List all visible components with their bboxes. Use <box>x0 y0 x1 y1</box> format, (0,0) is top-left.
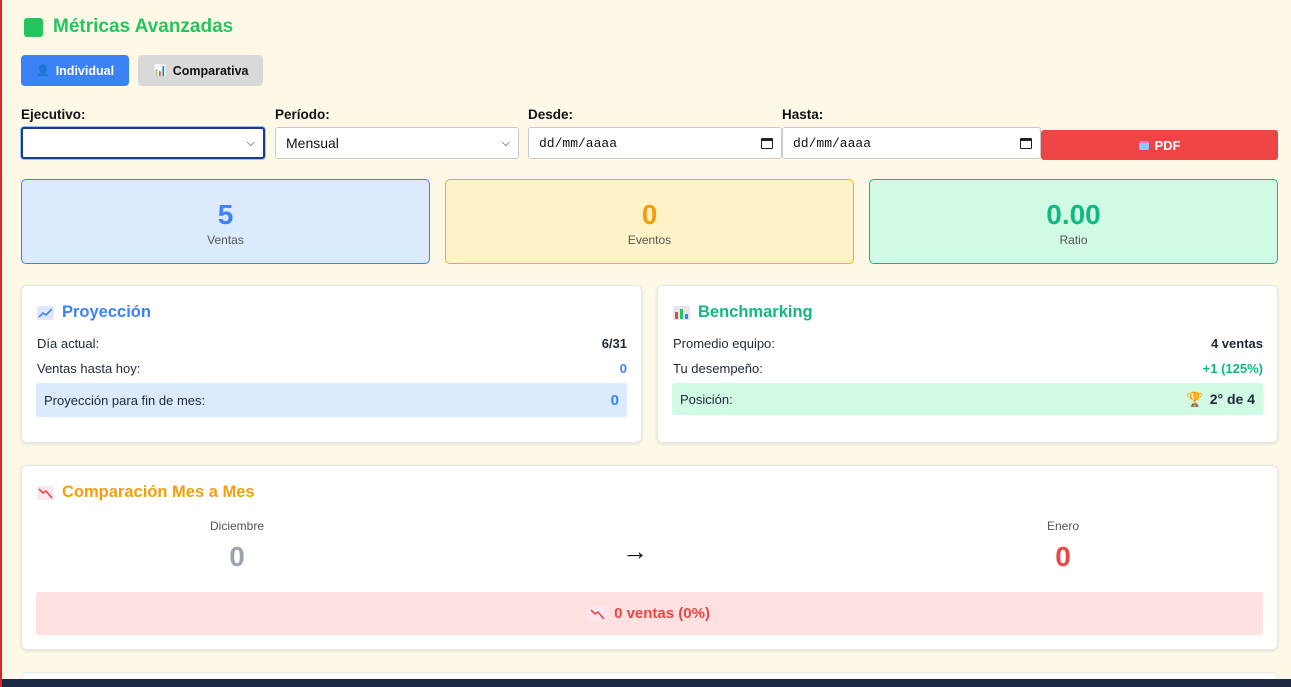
desempeno-row: Tu desempeño: +1 (125%) <box>673 361 1263 376</box>
green-square-icon <box>24 17 43 37</box>
ejecutivo-field: Ejecutivo: ⌵ <box>21 107 265 159</box>
stat-eventos-value: 0 <box>641 199 658 230</box>
filters-bar: Ejecutivo: ⌵ Período: Mensual ⌵ Desde: d… <box>21 107 1278 163</box>
comparacion-card: Comparación Mes a Mes Diciembre 0 → Ener… <box>21 465 1278 650</box>
stat-ventas: 5 Ventas <box>21 179 430 264</box>
desde-placeholder: dd/mm/aaaa <box>539 135 618 151</box>
hasta-label: Hasta: <box>782 107 824 122</box>
calendar-icon[interactable] <box>761 137 773 149</box>
ventas-hoy-row: Ventas hasta hoy: 0 <box>37 361 627 376</box>
arrow-right-icon: → <box>622 536 648 566</box>
trend-down-icon <box>37 485 54 500</box>
curr-month-column: Enero 0 <box>963 519 1163 573</box>
desempeno-value: +1 (125%) <box>1202 361 1263 376</box>
dia-actual-value: 6/31 <box>601 336 627 351</box>
proyeccion-title-text: Proyección <box>62 303 151 321</box>
prev-month-value: 0 <box>229 541 245 572</box>
tab-individual[interactable]: 👤 Individual <box>21 55 130 86</box>
desde-field: Desde: dd/mm/aaaa <box>528 107 782 159</box>
periodo-label: Período: <box>275 107 330 122</box>
stat-eventos: 0 Eventos <box>445 179 854 264</box>
posicion-label: Posición: <box>680 391 733 407</box>
pdf-button-label: PDF <box>1154 137 1181 153</box>
ventas-hoy-label: Ventas hasta hoy: <box>37 361 141 376</box>
stat-ratio-label: Ratio <box>1059 233 1088 247</box>
bar-chart-icon <box>673 305 690 320</box>
comparacion-summary-text: 0 ventas (0%) <box>614 605 710 622</box>
tab-comparativa-label: Comparativa <box>172 63 249 78</box>
posicion-value: 2° de 4 <box>1209 391 1255 407</box>
stat-ventas-value: 5 <box>217 199 234 230</box>
dia-actual-row: Día actual: 6/31 <box>37 336 627 351</box>
desde-label: Desde: <box>528 107 574 122</box>
bar-chart-icon: 📊 <box>153 65 167 77</box>
document-icon <box>1138 140 1149 150</box>
promedio-equipo-row: Promedio equipo: 4 ventas <box>673 336 1263 351</box>
curr-month-label: Enero <box>1046 519 1080 533</box>
comparacion-title-text: Comparación Mes a Mes <box>62 483 255 501</box>
promedio-equipo-value: 4 ventas <box>1210 336 1263 351</box>
proyeccion-title: Proyección <box>37 303 151 322</box>
stat-ventas-label: Ventas <box>207 233 244 247</box>
ejecutivo-select[interactable]: ⌵ <box>21 127 265 159</box>
proyeccion-fin-mes-label: Proyección para fin de mes: <box>44 392 206 408</box>
periodo-select[interactable]: Mensual ⌵ <box>275 127 519 159</box>
taskbar <box>2 679 1291 687</box>
stat-ratio: 0.00 Ratio <box>869 179 1278 264</box>
proyeccion-card: Proyección Día actual: 6/31 Ventas hasta… <box>21 285 642 443</box>
stat-eventos-label: Eventos <box>627 233 672 247</box>
calendar-icon[interactable] <box>1020 137 1032 149</box>
trend-down-icon <box>589 606 607 621</box>
benchmarking-card: Benchmarking Promedio equipo: 4 ventas T… <box>657 285 1278 443</box>
hasta-date-input[interactable]: dd/mm/aaaa <box>782 127 1041 159</box>
tab-individual-label: Individual <box>55 63 115 78</box>
view-tabs: 👤 Individual 📊 Comparativa <box>21 55 264 86</box>
prev-month-column: Diciembre 0 <box>137 519 337 573</box>
trend-up-icon <box>37 305 54 320</box>
comparacion-summary: 0 ventas (0%) <box>36 592 1263 635</box>
benchmarking-title-text: Benchmarking <box>698 303 813 321</box>
periodo-field: Período: Mensual ⌵ <box>275 107 519 159</box>
promedio-equipo-label: Promedio equipo: <box>673 336 775 351</box>
stat-ratio-value: 0.00 <box>1046 199 1101 230</box>
benchmarking-title: Benchmarking <box>673 303 813 322</box>
dia-actual-label: Día actual: <box>37 336 100 351</box>
curr-month-value: 0 <box>1055 541 1071 572</box>
proyeccion-fin-mes-value: 0 <box>610 391 619 409</box>
ventas-hoy-value: 0 <box>619 361 627 376</box>
user-icon: 👤 <box>36 65 50 77</box>
periodo-value: Mensual <box>286 135 339 151</box>
chevron-down-icon: ⌵ <box>246 136 255 149</box>
ejecutivo-label: Ejecutivo: <box>21 107 86 122</box>
proyeccion-fin-mes-row: Proyección para fin de mes: 0 <box>36 383 627 417</box>
trophy-icon: 🏆 <box>1186 390 1204 407</box>
posicion-row: Posición: 🏆 2° de 4 <box>672 383 1263 415</box>
stats-row: 5 Ventas 0 Eventos 0.00 Ratio <box>21 179 1278 264</box>
posicion-value-group: 🏆 2° de 4 <box>1186 391 1255 408</box>
pdf-export-button[interactable]: PDF <box>1041 130 1278 160</box>
prev-month-label: Diciembre <box>209 519 264 533</box>
hasta-field: Hasta: dd/mm/aaaa <box>782 107 1041 159</box>
tab-comparativa[interactable]: 📊 Comparativa <box>138 55 264 86</box>
page-header: Métricas Avanzadas <box>24 16 233 38</box>
page-title: Métricas Avanzadas <box>53 16 234 37</box>
desde-date-input[interactable]: dd/mm/aaaa <box>528 127 782 159</box>
chevron-down-icon: ⌵ <box>501 136 510 149</box>
desempeno-label: Tu desempeño: <box>673 361 763 376</box>
comparacion-title: Comparación Mes a Mes <box>37 483 255 502</box>
hasta-placeholder: dd/mm/aaaa <box>793 135 872 151</box>
